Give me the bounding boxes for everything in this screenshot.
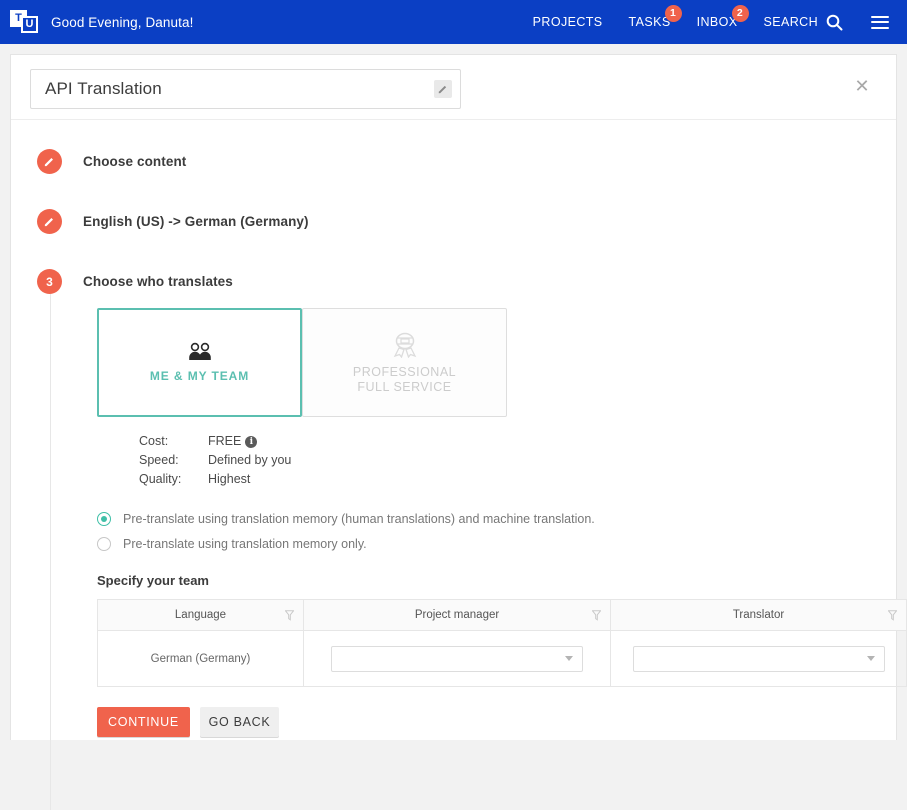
translator-dropdown[interactable] xyxy=(632,645,885,672)
filter-funnel-icon[interactable] xyxy=(285,610,294,621)
step-1-label: Choose content xyxy=(83,154,187,169)
cell-translator xyxy=(610,630,907,687)
plan-specs: Cost: FREE i Speed: Defined by you Qualit… xyxy=(139,433,291,490)
filter-funnel-icon[interactable] xyxy=(888,610,897,621)
column-header-language[interactable]: Language xyxy=(97,599,304,631)
page-title: API Translation xyxy=(45,79,162,98)
spec-row-speed: Speed: Defined by you xyxy=(139,452,291,471)
continue-button[interactable]: CONTINUE xyxy=(97,707,190,737)
radio-option-tm-and-mt[interactable]: Pre-translate using translation memory (… xyxy=(97,512,896,526)
wizard-step-languages[interactable]: English (US) -> German (Germany) xyxy=(11,209,896,234)
specify-team-heading: Specify your team xyxy=(97,573,209,588)
choice-me-and-my-team[interactable]: ME & MY TEAM xyxy=(97,308,302,417)
search-button[interactable]: SEARCH xyxy=(751,14,858,31)
nav-links: PROJECTS TASKS 1 INBOX 2 SEARCH xyxy=(520,5,889,31)
hamburger-menu-icon[interactable] xyxy=(871,15,889,29)
cost-info-icon[interactable]: i xyxy=(245,436,258,448)
column-header-translator[interactable]: Translator xyxy=(610,599,907,631)
nav-link-tasks-label: TASKS xyxy=(628,15,671,29)
nav-link-projects-label: PROJECTS xyxy=(532,15,603,29)
action-buttons: CONTINUE GO BACK xyxy=(97,707,896,737)
column-header-translator-label: Translator xyxy=(732,609,785,621)
step-3-label: Choose who translates xyxy=(83,274,233,289)
nav-link-tasks[interactable]: TASKS 1 xyxy=(616,5,684,29)
wizard-step-choose-who-translates[interactable]: 3 Choose who translates xyxy=(11,269,896,294)
search-label: SEARCH xyxy=(763,15,818,29)
logo-square-u: U xyxy=(21,16,38,33)
team-table-header-row: Language Project manager Translator xyxy=(97,599,907,631)
brand[interactable]: T U Good Evening, Danuta! xyxy=(10,9,193,35)
spec-key-quality: Quality: xyxy=(139,472,182,486)
search-icon xyxy=(826,14,843,30)
step-connector-line xyxy=(50,270,51,810)
choice-me-and-my-team-label: ME & MY TEAM xyxy=(149,368,250,383)
cell-language: German (Germany) xyxy=(97,630,304,687)
spec-value-cost: FREE xyxy=(208,434,242,448)
app-logo-icon: T U xyxy=(10,9,40,35)
card-header: API Translation ✕ xyxy=(11,55,896,120)
column-header-project-manager-label: Project manager xyxy=(414,609,500,621)
cell-project-manager xyxy=(303,630,611,687)
top-navigation-bar: T U Good Evening, Danuta! PROJECTS TASKS… xyxy=(0,0,907,44)
radio-tm-only-button[interactable] xyxy=(97,537,111,551)
spec-key-cost: Cost: xyxy=(139,434,169,448)
inbox-badge: 2 xyxy=(731,5,749,22)
go-back-button[interactable]: GO BACK xyxy=(200,707,279,737)
nav-link-inbox[interactable]: INBOX 2 xyxy=(684,5,751,29)
chevron-down-icon xyxy=(565,656,573,661)
spec-row-quality: Quality: Highest xyxy=(139,471,291,490)
spec-value-speed: Defined by you xyxy=(208,453,292,467)
spec-value-quality: Highest xyxy=(208,472,251,486)
pfs-line-1: PROFESSIONAL xyxy=(352,365,457,379)
step-1-bullet-pencil-icon[interactable] xyxy=(37,149,62,174)
close-icon[interactable]: ✕ xyxy=(852,77,872,97)
pencil-icon xyxy=(44,218,53,227)
radio-tm-and-mt-button[interactable] xyxy=(97,512,111,526)
spec-value-cost-cell: FREE i xyxy=(208,433,291,452)
choice-professional-full-service[interactable]: PROFESSIONAL FULL SERVICE xyxy=(302,308,507,417)
radio-option-tm-only[interactable]: Pre-translate using translation memory o… xyxy=(97,537,896,551)
pencil-icon xyxy=(44,158,53,167)
people-icon xyxy=(188,342,211,360)
translator-choice-group: ME & MY TEAM PROFESSIONAL FULL SERVICE xyxy=(97,308,896,417)
main-content-card: API Translation ✕ Choose content English… xyxy=(10,54,907,810)
tasks-badge: 1 xyxy=(664,5,682,22)
edit-pencil-icon[interactable] xyxy=(434,80,452,98)
filter-funnel-icon[interactable] xyxy=(592,610,601,621)
award-badge-icon xyxy=(393,332,416,358)
spec-key-speed: Speed: xyxy=(139,453,179,467)
wizard-steps: Choose content English (US) -> German (G… xyxy=(11,120,907,810)
step-2-label: English (US) -> German (Germany) xyxy=(83,214,309,229)
radio-tm-only-label: Pre-translate using translation memory o… xyxy=(123,537,367,551)
pfs-line-2: FULL SERVICE xyxy=(357,380,452,394)
step-3-bullet[interactable]: 3 xyxy=(37,269,62,294)
radio-tm-and-mt-label: Pre-translate using translation memory (… xyxy=(123,512,595,526)
pretranslate-options: Pre-translate using translation memory (… xyxy=(97,512,896,551)
table-row: German (Germany) xyxy=(97,630,907,687)
step-2-bullet-pencil-icon[interactable] xyxy=(37,209,62,234)
greeting-text: Good Evening, Danuta! xyxy=(51,14,194,30)
nav-link-projects[interactable]: PROJECTS xyxy=(520,15,616,29)
column-header-language-label: Language xyxy=(174,609,227,621)
spec-row-cost: Cost: FREE i xyxy=(139,433,291,452)
chevron-down-icon xyxy=(866,656,875,661)
wizard-step-choose-content[interactable]: Choose content xyxy=(11,149,896,174)
step-3-body: ME & MY TEAM PROFESSIONAL FULL SERVICE C… xyxy=(97,308,907,737)
column-header-project-manager[interactable]: Project manager xyxy=(303,599,611,631)
project-manager-dropdown[interactable] xyxy=(331,645,583,672)
choice-professional-full-service-label: PROFESSIONAL FULL SERVICE xyxy=(353,365,456,395)
nav-link-inbox-label: INBOX xyxy=(696,15,738,29)
team-table: Language Project manager Translator Germ… xyxy=(97,599,907,687)
project-title-field[interactable]: API Translation xyxy=(30,69,461,109)
